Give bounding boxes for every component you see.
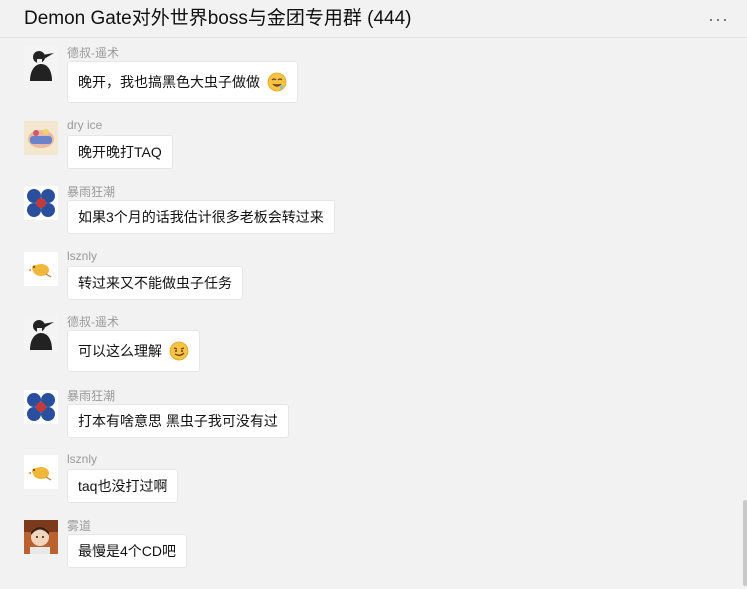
message-bubble[interactable]: 晚开晚打TAQ	[67, 135, 173, 169]
message-bubble[interactable]: taq也没打过啊	[67, 469, 179, 503]
chat-message: dry ice 晚开晚打TAQ	[24, 118, 724, 176]
drooling-face-emoji	[267, 72, 287, 92]
sender-name: 暴雨狂潮	[67, 389, 116, 403]
message-text: 可以这么理解	[78, 343, 162, 359]
scrollbar[interactable]	[743, 500, 747, 586]
chat-header: Demon Gate对外世界boss与金团专用群 (444) ···	[0, 0, 747, 38]
chat-message: 暴雨狂潮 如果3个月的话我估计很多老板会转过来	[24, 183, 724, 241]
message-text: taq也没打过啊	[78, 478, 168, 494]
blue-emblem-avatar[interactable]	[24, 186, 58, 220]
more-options-icon[interactable]: ···	[708, 9, 729, 30]
message-bubble[interactable]: 打本有啥意思 黑虫子我可没有过	[67, 404, 289, 438]
sender-name: 德叔-遥术	[67, 46, 119, 60]
chat-message: 暴雨狂潮 打本有啥意思 黑虫子我可没有过	[24, 387, 724, 445]
chat-message: 雾道 最慢是4个CD吧	[24, 517, 724, 575]
message-bubble[interactable]: 如果3个月的话我估计很多老板会转过来	[67, 200, 335, 234]
yellow-bird-avatar[interactable]	[24, 252, 58, 286]
message-text: 最慢是4个CD吧	[78, 543, 177, 559]
message-text: 晚开，我也搞黑色大虫子做做	[78, 74, 260, 90]
ink-portrait-avatar[interactable]	[24, 316, 58, 350]
chat-title: Demon Gate对外世界boss与金团专用群 (444)	[24, 8, 412, 29]
chat-message: 德叔-遥术 晚开，我也搞黑色大虫子做做	[24, 44, 724, 108]
ink-portrait-avatar[interactable]	[24, 47, 58, 81]
message-text: 打本有啥意思 黑虫子我可没有过	[78, 413, 278, 429]
chat-message: lsznly 转过来又不能做虫子任务	[24, 249, 724, 307]
sender-name: 德叔-遥术	[67, 315, 119, 329]
blue-emblem-avatar[interactable]	[24, 390, 58, 424]
sender-name: lsznly	[67, 249, 98, 263]
sender-name: 雾道	[67, 519, 92, 533]
child-photo-avatar[interactable]	[24, 520, 58, 554]
message-bubble[interactable]: 转过来又不能做虫子任务	[67, 266, 243, 300]
smirk-face-emoji	[169, 341, 189, 361]
message-text: 晚开晚打TAQ	[78, 144, 162, 160]
message-bubble[interactable]: 可以这么理解	[67, 330, 200, 372]
chat-message: lsznly taq也没打过啊	[24, 452, 724, 510]
sender-name: 暴雨狂潮	[67, 185, 116, 199]
yellow-bird-avatar[interactable]	[24, 455, 58, 489]
message-text: 转过来又不能做虫子任务	[78, 275, 232, 291]
cartoon-avatar[interactable]	[24, 121, 58, 155]
sender-name: lsznly	[67, 452, 98, 466]
sender-name: dry ice	[67, 118, 103, 132]
chat-message: 德叔-遥术 可以这么理解	[24, 313, 724, 377]
message-bubble[interactable]: 最慢是4个CD吧	[67, 534, 188, 568]
message-text: 如果3个月的话我估计很多老板会转过来	[78, 209, 324, 225]
message-bubble[interactable]: 晚开，我也搞黑色大虫子做做	[67, 61, 298, 103]
